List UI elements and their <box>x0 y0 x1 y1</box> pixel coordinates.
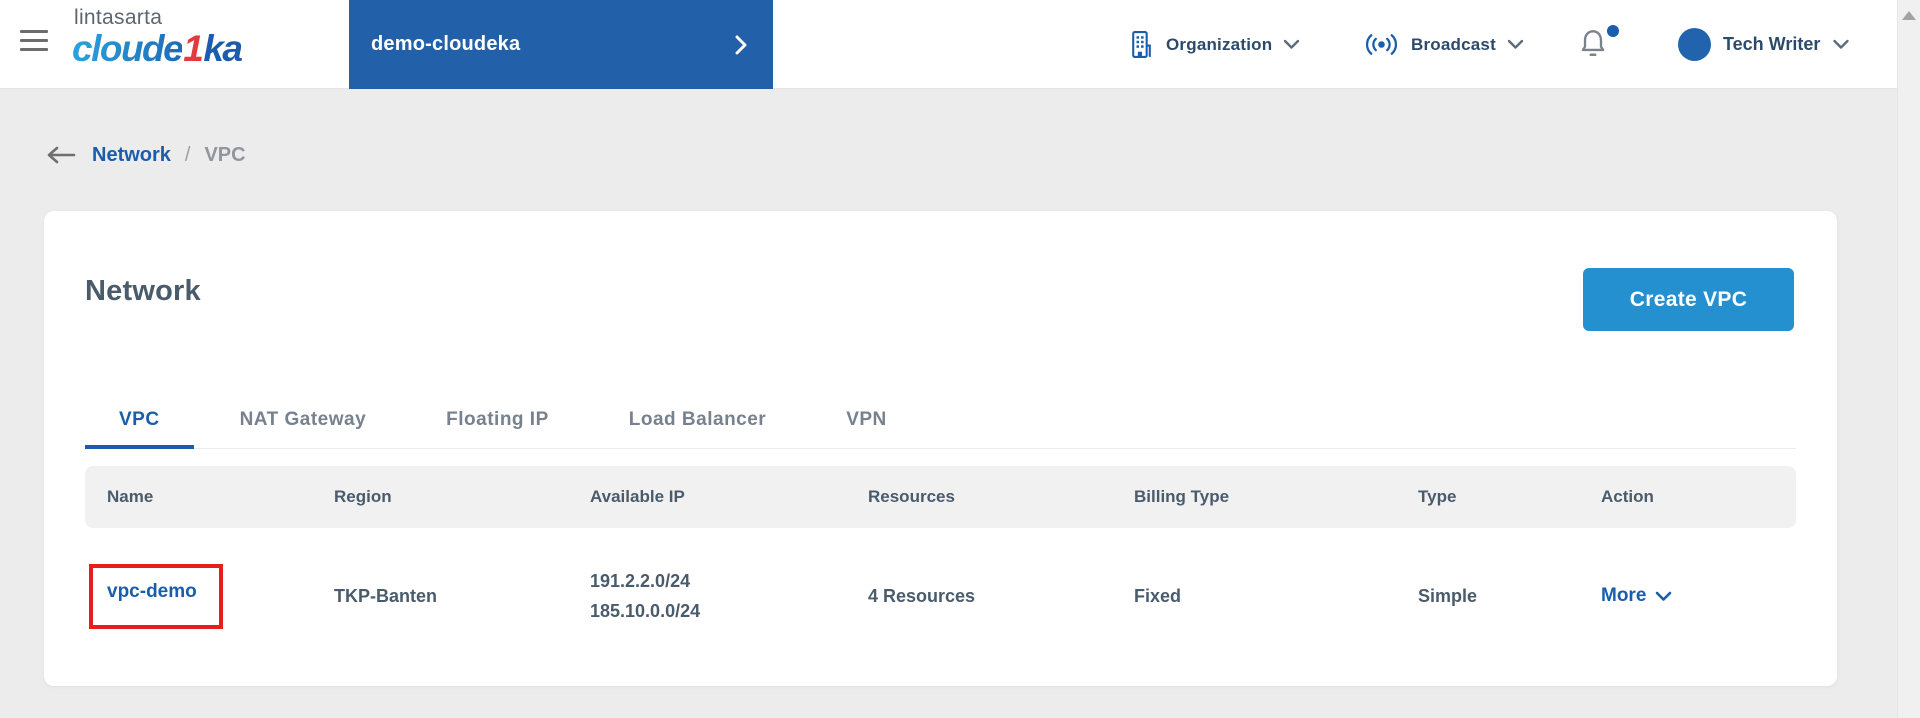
tab-vpn[interactable]: VPN <box>812 391 921 448</box>
breadcrumb-separator: / <box>184 143 191 166</box>
chevron-down-icon <box>1655 591 1672 602</box>
logo-cloudeka-text: cloude1ka <box>72 28 243 69</box>
available-ip-line-2: 185.10.0.0/24 <box>590 601 701 621</box>
breadcrumb: Network / VPC <box>44 140 246 170</box>
page-scrollbar[interactable] <box>1897 0 1920 718</box>
chevron-down-icon <box>1832 39 1850 50</box>
annotation-highlight-box: vpc-demo <box>89 563 223 629</box>
broadcast-menu[interactable]: Broadcast <box>1363 0 1524 89</box>
network-tabs: VPC NAT Gateway Floating IP Load Balance… <box>85 391 1796 449</box>
cloudeka-logo: lintasarta cloude1ka <box>72 6 243 69</box>
cell-resources: 4 Resources <box>868 585 976 606</box>
logo-lintasarta-text: lintasarta <box>74 6 163 29</box>
cell-type: Simple <box>1418 585 1478 606</box>
cell-available-ip: 191.2.2.0/24 185.10.0.0/24 <box>590 566 868 626</box>
organization-label: Organization <box>1166 34 1273 54</box>
chevron-right-icon <box>735 35 747 55</box>
column-header-action: Action <box>1601 487 1654 506</box>
network-card: Network Create VPC VPC NAT Gateway Float… <box>44 211 1837 686</box>
top-header: lintasarta cloude1ka demo-cloudeka Organ… <box>0 0 1897 89</box>
cell-name: vpc-demo <box>89 563 334 629</box>
column-header-available-ip: Available IP <box>590 487 685 506</box>
table-row: vpc-demo TKP-Banten 191.2.2.0/24 185.10.… <box>85 541 1796 651</box>
available-ip-line-1: 191.2.2.0/24 <box>590 571 691 591</box>
vpc-name-link[interactable]: vpc-demo <box>107 581 197 602</box>
broadcast-icon <box>1363 33 1400 56</box>
tab-nat-gateway[interactable]: NAT Gateway <box>206 391 401 448</box>
tab-floating-ip[interactable]: Floating IP <box>412 391 583 448</box>
avatar <box>1678 28 1711 61</box>
breadcrumb-current: VPC <box>204 143 246 166</box>
back-button[interactable] <box>44 143 78 167</box>
tab-vpc[interactable]: VPC <box>85 391 194 449</box>
broadcast-label: Broadcast <box>1411 34 1496 54</box>
cell-region: TKP-Banten <box>334 585 437 606</box>
organization-menu[interactable]: Organization <box>1128 0 1300 89</box>
breadcrumb-network-link[interactable]: Network <box>92 144 171 167</box>
column-header-region: Region <box>334 487 392 506</box>
notifications-button[interactable] <box>1578 25 1622 63</box>
chevron-down-icon <box>1507 39 1524 50</box>
project-selector[interactable]: demo-cloudeka <box>349 0 773 89</box>
hamburger-menu-icon[interactable] <box>20 30 48 56</box>
page-title: Network <box>85 275 201 307</box>
scroll-up-arrow-icon[interactable] <box>1902 11 1916 20</box>
user-name-label: Tech Writer <box>1723 34 1821 54</box>
tab-load-balancer[interactable]: Load Balancer <box>595 391 800 448</box>
create-vpc-button[interactable]: Create VPC <box>1583 268 1794 331</box>
more-label: More <box>1601 585 1647 606</box>
column-header-name: Name <box>107 487 154 506</box>
cell-billing-type: Fixed <box>1134 585 1182 606</box>
column-header-type: Type <box>1418 487 1457 506</box>
table-header-row: Name Region Available IP Resources Billi… <box>85 466 1796 528</box>
user-menu[interactable]: Tech Writer <box>1678 0 1850 89</box>
more-actions-button[interactable]: More <box>1601 585 1796 607</box>
project-name-label: demo-cloudeka <box>371 33 521 55</box>
organization-building-icon <box>1128 30 1155 59</box>
column-header-billing-type: Billing Type <box>1134 487 1230 506</box>
column-header-resources: Resources <box>868 487 955 506</box>
notification-dot <box>1607 25 1619 37</box>
chevron-down-icon <box>1283 39 1300 50</box>
